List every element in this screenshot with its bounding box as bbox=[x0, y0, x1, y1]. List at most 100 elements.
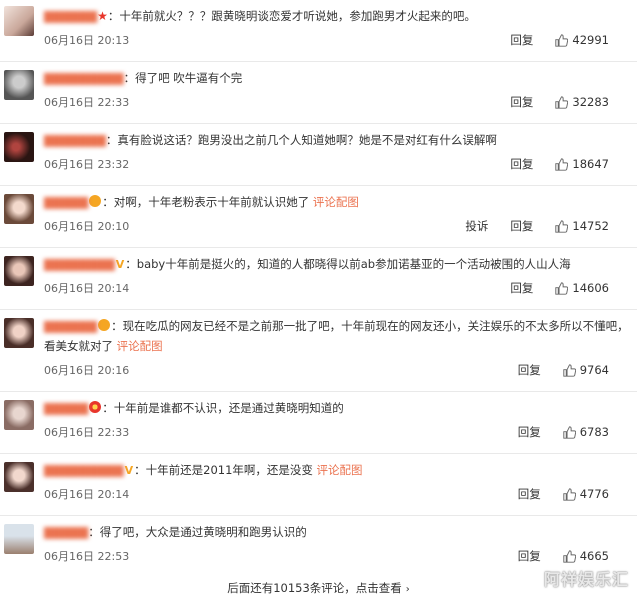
username[interactable]: ▇▇▇▇▇▇▇ bbox=[44, 133, 106, 147]
comment-actions: 回复 4776 bbox=[518, 486, 609, 502]
like-count: 42991 bbox=[572, 33, 609, 47]
comment-time: 06月16日 20:14 bbox=[44, 488, 130, 501]
like-button[interactable]: 9764 bbox=[563, 363, 609, 377]
comment-text: ：baby十年前是挺火的，知道的人都晓得以前ab参加诺基亚的一个活动被围的人山人… bbox=[125, 257, 571, 271]
like-count: 4776 bbox=[579, 487, 609, 501]
like-button[interactable]: 4776 bbox=[563, 487, 609, 501]
more-comments-text: 后面还有10153条评论，点击查看 bbox=[227, 581, 402, 595]
avatar[interactable] bbox=[4, 256, 34, 286]
like-count: 6783 bbox=[579, 425, 609, 439]
comment-item: ▇▇▇▇▇▇ ：现在吃瓜的网友已经不是之前那一批了吧，十年前现在的网友还小，关注娱… bbox=[0, 310, 637, 392]
comment-time: 06月16日 22:33 bbox=[44, 96, 130, 109]
avatar[interactable] bbox=[4, 6, 34, 36]
flower-badge-icon bbox=[89, 401, 102, 413]
comment-actions: 回复 18647 bbox=[510, 156, 609, 172]
comment-item: ▇▇▇▇▇▇▇▇▇V：十年前还是2011年啊，还是没变 评论配图 06月16日 … bbox=[0, 454, 637, 516]
more-comments-link[interactable]: 后面还有10153条评论，点击查看 › bbox=[0, 578, 637, 599]
reply-button[interactable]: 回复 bbox=[510, 156, 533, 172]
like-count: 9764 bbox=[579, 363, 609, 377]
username[interactable]: ▇▇▇▇▇▇ bbox=[44, 319, 97, 333]
comment-item: ▇▇▇▇▇▇★：十年前就火？？？跟黄晓明谈恋爱才听说她，参加跑男才火起来的吧。 … bbox=[0, 0, 637, 62]
comment-actions: 回复 32283 bbox=[510, 94, 609, 110]
avatar[interactable] bbox=[4, 70, 34, 100]
comment-image-link[interactable]: 评论配图 bbox=[313, 195, 359, 209]
like-count: 14752 bbox=[572, 219, 609, 233]
comment-image-link[interactable]: 评论配图 bbox=[317, 463, 363, 477]
like-count: 4665 bbox=[579, 549, 609, 563]
comment-text: ：十年前是谁都不认识，还是通过黄晓明知道的 bbox=[102, 401, 344, 415]
like-count: 14606 bbox=[572, 281, 609, 295]
thumbs-up-icon bbox=[563, 487, 576, 501]
crown-badge-icon bbox=[89, 195, 102, 207]
reply-button[interactable]: 回复 bbox=[518, 424, 541, 440]
comment-content: ▇▇▇▇▇▇▇▇V：baby十年前是挺火的，知道的人都晓得以前ab参加诺基亚的一… bbox=[44, 254, 629, 275]
comment-content: ▇▇▇▇▇▇★：十年前就火？？？跟黄晓明谈恋爱才听说她，参加跑男才火起来的吧。 bbox=[44, 6, 629, 26]
avatar[interactable] bbox=[4, 318, 34, 348]
comment-item: ▇▇▇▇▇▇▇：真有脸说这话？跑男没出之前几个人知道她啊？她是不是对红有什么误解… bbox=[0, 124, 637, 186]
thumbs-up-icon bbox=[563, 363, 576, 377]
like-count: 18647 bbox=[572, 157, 609, 171]
comment-item: ▇▇▇▇▇ ：对啊，十年老粉表示十年前就认识她了 评论配图 06月16日 20:1… bbox=[0, 186, 637, 248]
thumbs-up-icon bbox=[563, 549, 576, 563]
comment-text: ：真有脸说这话？跑男没出之前几个人知道她啊？她是不是对红有什么误解啊 bbox=[105, 133, 497, 147]
thumbs-up-icon bbox=[555, 95, 569, 109]
thumbs-up-icon bbox=[563, 425, 576, 439]
star-badge-icon: ★ bbox=[97, 9, 108, 23]
comment-time: 06月16日 22:33 bbox=[44, 426, 130, 439]
chevron-right-icon: › bbox=[405, 584, 410, 595]
like-button[interactable]: 6783 bbox=[563, 425, 609, 439]
username[interactable]: ▇▇▇▇▇ bbox=[44, 525, 88, 539]
reply-button[interactable]: 回复 bbox=[510, 280, 533, 296]
username[interactable]: ▇▇▇▇▇▇▇▇▇ bbox=[44, 71, 124, 85]
comment-list: ▇▇▇▇▇▇★：十年前就火？？？跟黄晓明谈恋爱才听说她，参加跑男才火起来的吧。 … bbox=[0, 0, 637, 574]
thumbs-up-icon bbox=[555, 281, 569, 295]
report-button[interactable]: 投诉 bbox=[465, 218, 488, 234]
thumbs-up-icon bbox=[555, 219, 569, 233]
comment-image-link[interactable]: 评论配图 bbox=[117, 339, 163, 353]
comment-content: ▇▇▇▇▇▇ ：现在吃瓜的网友已经不是之前那一批了吧，十年前现在的网友还小，关注娱… bbox=[44, 316, 629, 356]
comment-content: ▇▇▇▇▇▇▇▇▇：得了吧 吹牛逼有个完 bbox=[44, 68, 629, 88]
like-button[interactable]: 14606 bbox=[555, 281, 609, 295]
comment-time: 06月16日 20:16 bbox=[44, 364, 130, 377]
username[interactable]: ▇▇▇▇▇▇▇▇ bbox=[44, 257, 115, 271]
avatar[interactable] bbox=[4, 462, 34, 492]
comment-text: ：得了吧 吹牛逼有个完 bbox=[123, 71, 243, 85]
like-button[interactable]: 14752 bbox=[555, 219, 609, 233]
avatar[interactable] bbox=[4, 400, 34, 430]
comment-time: 06月16日 20:13 bbox=[44, 34, 130, 47]
reply-button[interactable]: 回复 bbox=[510, 218, 533, 234]
reply-button[interactable]: 回复 bbox=[518, 362, 541, 378]
username[interactable]: ▇▇▇▇▇ bbox=[44, 401, 88, 415]
comment-item: ▇▇▇▇▇▇▇▇V：baby十年前是挺火的，知道的人都晓得以前ab参加诺基亚的一… bbox=[0, 248, 637, 310]
like-button[interactable]: 32283 bbox=[555, 95, 609, 109]
comment-text: ：对啊，十年老粉表示十年前就认识她了 bbox=[102, 195, 310, 209]
like-button[interactable]: 4665 bbox=[563, 549, 609, 563]
comment-time: 06月16日 20:14 bbox=[44, 282, 130, 295]
reply-button[interactable]: 回复 bbox=[510, 94, 533, 110]
watermark: 阿祥娱乐汇 bbox=[543, 570, 629, 589]
comment-actions: 回复 14606 bbox=[510, 280, 609, 296]
reply-button[interactable]: 回复 bbox=[510, 32, 533, 48]
avatar[interactable] bbox=[4, 194, 34, 224]
username[interactable]: ▇▇▇▇▇▇ bbox=[44, 9, 97, 23]
comment-text: ：十年前还是2011年啊，还是没变 bbox=[134, 463, 313, 477]
username[interactable]: ▇▇▇▇▇ bbox=[44, 195, 88, 209]
comment-actions: 回复 9764 bbox=[518, 362, 609, 378]
username[interactable]: ▇▇▇▇▇▇▇▇▇ bbox=[44, 463, 124, 477]
comment-actions: 回复 6783 bbox=[518, 424, 609, 440]
like-button[interactable]: 42991 bbox=[555, 33, 609, 47]
reply-button[interactable]: 回复 bbox=[518, 486, 541, 502]
reply-button[interactable]: 回复 bbox=[518, 548, 541, 564]
comment-actions: 投诉 回复 14752 bbox=[465, 218, 609, 234]
thumbs-up-icon bbox=[555, 157, 569, 171]
like-count: 32283 bbox=[572, 95, 609, 109]
comment-actions: 回复 42991 bbox=[510, 32, 609, 48]
comment-content: ▇▇▇▇▇ ：十年前是谁都不认识，还是通过黄晓明知道的 bbox=[44, 398, 629, 418]
avatar[interactable] bbox=[4, 524, 34, 554]
like-button[interactable]: 18647 bbox=[555, 157, 609, 171]
comment-text: ：十年前就火？？？跟黄晓明谈恋爱才听说她，参加跑男才火起来的吧。 bbox=[107, 9, 476, 23]
comment-item: ▇▇▇▇▇ ：十年前是谁都不认识，还是通过黄晓明知道的 06月16日 22:33 … bbox=[0, 392, 637, 454]
crown-badge-icon bbox=[98, 319, 111, 331]
avatar[interactable] bbox=[4, 132, 34, 162]
comment-time: 06月16日 22:53 bbox=[44, 550, 130, 563]
